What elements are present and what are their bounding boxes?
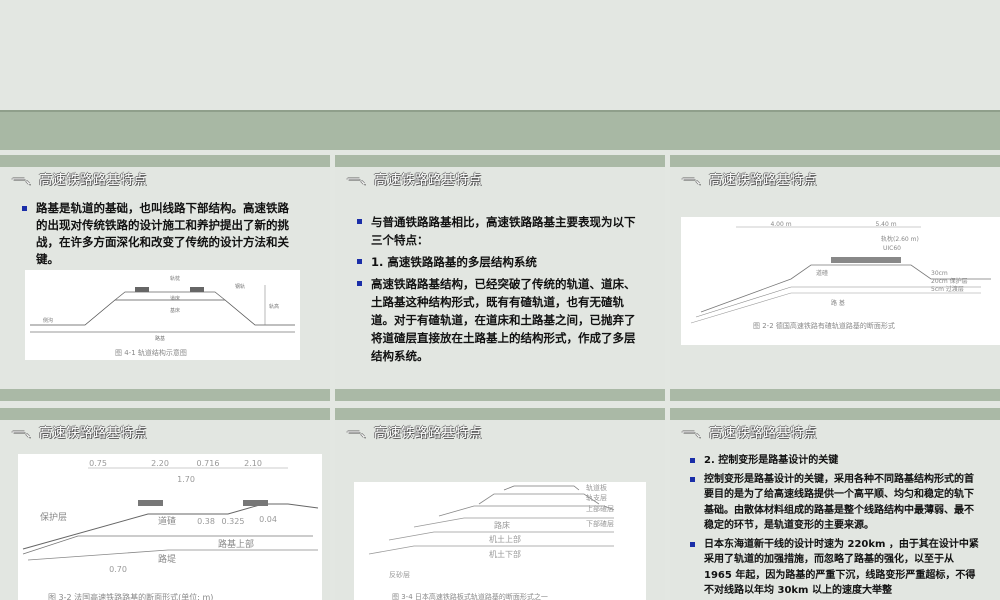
figure-label: 侧沟 (43, 317, 53, 324)
figure-label: 2.10 (244, 459, 262, 468)
figure-label: 机土上部 (489, 534, 521, 544)
figure-label: 0.70 (109, 565, 127, 574)
french-section-figure: 0.75 2.20 0.716 2.10 1.70 0.38 0.325 0.0… (18, 454, 322, 600)
figure-label: 反砂层 (389, 570, 410, 579)
blank-header-area (0, 0, 1000, 112)
figure-label: 轨高 (269, 303, 279, 310)
figure-label: 保护层 (40, 511, 67, 523)
slide-thumbnail-3[interactable]: 一、高速铁路路基特点 4.00 m 5.40 m 轨枕(2.60 m) UIC6… (670, 155, 1000, 401)
figure-label: 0.75 (89, 459, 107, 468)
slide-bottom-bar (0, 389, 330, 401)
japanese-section-figure: 轨道板 轨支层 上部碴层 下部碴层 路床 机土上部 机土下部 反砂层 图 3-4… (354, 482, 646, 600)
slide-top-bar (335, 408, 665, 420)
slide-title: 一、高速铁路路基特点 (12, 426, 148, 441)
slide-top-bar (335, 155, 665, 167)
slide-title: 一、高速铁路路基特点 (347, 173, 483, 188)
bullet-item: 2. 控制变形是路基设计的关键 (690, 453, 980, 469)
slide-bottom-bar (335, 389, 665, 401)
slide-top-bar (0, 155, 330, 167)
slide-thumbnail-5[interactable]: 一、高速铁路路基特点 轨道板 轨支层 上部碴层 下部碴层 路床 机土上部 机土下… (335, 408, 665, 600)
figure-label: 20cm 保护层 (931, 277, 968, 285)
german-section-figure: 4.00 m 5.40 m 轨枕(2.60 m) UIC60 道碴 30cm 2… (681, 217, 1000, 345)
french-section-diagram: 0.75 2.20 0.716 2.10 1.70 0.38 0.325 0.0… (22, 459, 319, 574)
figure-label: 0.325 (222, 517, 245, 526)
figure-label: 道床 (170, 295, 180, 302)
figure-label: 轨枕(2.60 m) (881, 235, 919, 243)
bullet-list: 与普通铁路路基相比，高速铁路路基主要表现为以下三个特点： 1. 高速铁路路基的多… (357, 213, 642, 365)
figure-caption: 图 3-4 日本高速铁路板式轨道路基的断面形式之一 (392, 593, 548, 600)
japanese-section-diagram: 轨道板 轨支层 上部碴层 下部碴层 路床 机土上部 机土下部 反砂层 (368, 483, 615, 579)
track-structure-diagram: 轨枕 钢轨 道床 基床 路基 侧沟 轨高 (30, 275, 295, 342)
figure-label: 1.70 (177, 475, 195, 484)
figure-label: 道碴 (158, 515, 176, 527)
slide-bottom-bar (670, 389, 1000, 401)
figure-label: 机土下部 (489, 549, 521, 559)
figure-label: 路 基 (831, 299, 845, 307)
figure-label: 0.04 (259, 515, 277, 524)
figure-label: 0.38 (197, 517, 215, 526)
figure-label: 5.40 m (875, 221, 896, 228)
figure-label: 轨道板 (586, 483, 607, 492)
slide-top-bar (670, 155, 1000, 167)
slide-thumbnail-1[interactable]: 一、高速铁路路基特点 路基是轨道的基础，也叫线路下部结构。高速铁路的出现对传统铁… (0, 155, 330, 401)
figure-label: 基床 (170, 307, 180, 314)
figure-label: 下部碴层 (586, 519, 614, 528)
header-band (0, 112, 1000, 150)
figure-label: 上部碴层 (586, 504, 614, 513)
figure-label: 4.00 m (770, 221, 791, 228)
slide-title: 一、高速铁路路基特点 (682, 426, 818, 441)
figure-label: 5cm 过渡层 (931, 285, 964, 293)
bullet-list: 路基是轨道的基础，也叫线路下部结构。高速铁路的出现对传统铁路的设计施工和养护提出… (22, 200, 297, 268)
slide-title: 一、高速铁路路基特点 (347, 426, 483, 441)
figure-label: UIC60 (883, 245, 901, 252)
slide-thumbnail-2[interactable]: 一、高速铁路路基特点 与普通铁路路基相比，高速铁路路基主要表现为以下三个特点： … (335, 155, 665, 401)
figure-label: 路堤 (158, 553, 176, 565)
figure-caption: 图 3-2 法国高速铁路路基的断面形式(单位: m) (48, 593, 214, 600)
bullet-item: 与普通铁路路基相比，高速铁路路基主要表现为以下三个特点： (357, 213, 642, 249)
slide-title: 一、高速铁路路基特点 (12, 173, 148, 188)
figure-label: 2.20 (151, 459, 169, 468)
figure-label: 轨枕 (170, 275, 180, 282)
figure-label: 轨支层 (586, 493, 607, 502)
slide-thumbnail-4[interactable]: 一、高速铁路路基特点 0.75 2.20 0.716 2.10 1.70 0.3… (0, 408, 330, 600)
bullet-list: 2. 控制变形是路基设计的关键 控制变形是路基设计的关键，采用各种不同路基结构形… (690, 453, 980, 599)
figure-label: 路基 (155, 335, 165, 342)
slide-top-bar (0, 408, 330, 420)
track-structure-figure: 轨枕 钢轨 道床 基床 路基 侧沟 轨高 图 4-1 轨道结构示意图 (25, 270, 300, 360)
bullet-item: 控制变形是路基设计的关键，采用各种不同路基结构形式的首要目的是为了给高速线路提供… (690, 472, 980, 534)
figure-label: 道碴 (816, 269, 828, 277)
figure-label: 30cm (931, 270, 948, 277)
figure-label: 钢轨 (235, 283, 245, 290)
figure-label: 路床 (494, 520, 510, 530)
slide-top-bar (670, 408, 1000, 420)
slide-thumbnail-6[interactable]: 一、高速铁路路基特点 2. 控制变形是路基设计的关键 控制变形是路基设计的关键，… (670, 408, 1000, 600)
figure-label: 路基上部 (218, 538, 254, 550)
slide-title: 一、高速铁路路基特点 (682, 173, 818, 188)
figure-caption: 图 2-2 德国高速铁路有碴轨道路基的断面形式 (753, 322, 895, 330)
bullet-item: 路基是轨道的基础，也叫线路下部结构。高速铁路的出现对传统铁路的设计施工和养护提出… (22, 200, 297, 268)
bullet-item: 日本东海道新干线的设计时速为 220km ，由于其在设计中紧采用了轨道的加强措施… (690, 537, 980, 599)
figure-label: 0.716 (197, 459, 220, 468)
figure-caption: 图 4-1 轨道结构示意图 (115, 349, 187, 357)
bullet-item: 1. 高速铁路路基的多层结构系统 (357, 253, 642, 271)
bullet-item: 高速铁路路基结构，已经突破了传统的轨道、道床、土路基这种结构形式，既有有碴轨道，… (357, 275, 642, 365)
